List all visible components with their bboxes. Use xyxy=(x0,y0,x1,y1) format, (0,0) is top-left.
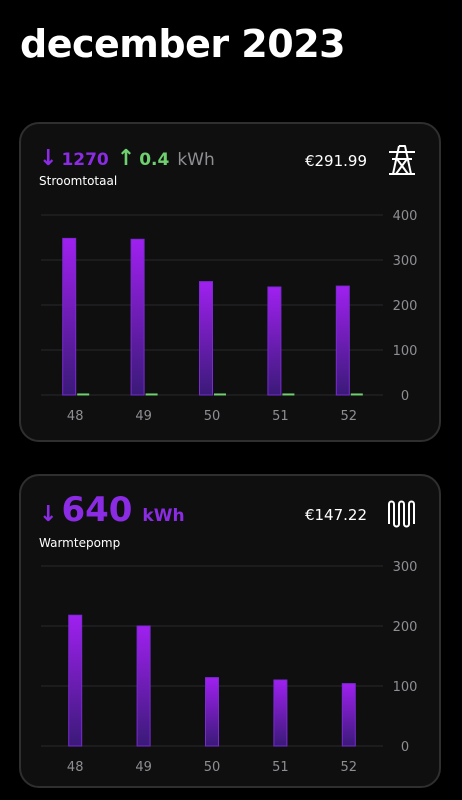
x-tick-label: 50 xyxy=(204,760,221,775)
consumption-bar[interactable] xyxy=(62,237,77,396)
weekly-power-chart: 0 100 200 300 400 48 49 50 51 52 xyxy=(41,209,418,424)
y-tick-label: 0 xyxy=(401,740,409,755)
y-tick-label: 100 xyxy=(393,344,418,359)
return-bar[interactable] xyxy=(145,393,158,396)
x-tick-label: 49 xyxy=(135,760,152,775)
consumption-bar[interactable] xyxy=(199,281,213,396)
x-tick-label: 51 xyxy=(272,409,289,424)
return-bar[interactable] xyxy=(77,393,90,396)
return-bar[interactable] xyxy=(282,393,295,396)
weekly-heatpump-chart: 0 100 200 300 48 49 50 51 52 xyxy=(41,560,418,775)
x-tick-label: 48 xyxy=(67,409,84,424)
y-tick-label: 400 xyxy=(393,209,418,224)
x-tick-label: 51 xyxy=(272,760,289,775)
return-bar[interactable] xyxy=(214,393,226,396)
x-tick-label: 52 xyxy=(341,760,358,775)
y-tick-label: 0 xyxy=(401,389,409,404)
warmtepomp-card[interactable]: ↓ 640 kWh Warmtepomp €147.22 0 100 200 300 4… xyxy=(19,474,441,788)
consumption-bar[interactable] xyxy=(267,286,282,396)
y-tick-label: 200 xyxy=(393,299,418,314)
page-title: december 2023 xyxy=(20,22,346,66)
return-bar[interactable] xyxy=(350,393,363,396)
consumption-bar[interactable] xyxy=(341,683,356,747)
y-tick-label: 300 xyxy=(393,254,418,269)
consumption-bar[interactable] xyxy=(273,679,288,747)
y-tick-label: 200 xyxy=(393,620,418,635)
y-tick-label: 100 xyxy=(393,680,418,695)
stroomtotaal-card[interactable]: ↓ 1270 ↑ 0.4 kWh Stroomtotaal €291.99 01… xyxy=(19,122,441,442)
consumption-bar[interactable] xyxy=(130,238,145,396)
x-tick-label: 49 xyxy=(135,409,152,424)
consumption-bar[interactable] xyxy=(335,285,350,396)
y-tick-label: 300 xyxy=(393,560,418,575)
x-tick-label: 50 xyxy=(204,409,221,424)
consumption-bar[interactable] xyxy=(205,677,219,747)
x-tick-label: 52 xyxy=(341,409,358,424)
x-tick-label: 48 xyxy=(67,760,84,775)
consumption-bar[interactable] xyxy=(68,614,83,747)
consumption-bar[interactable] xyxy=(136,625,151,747)
